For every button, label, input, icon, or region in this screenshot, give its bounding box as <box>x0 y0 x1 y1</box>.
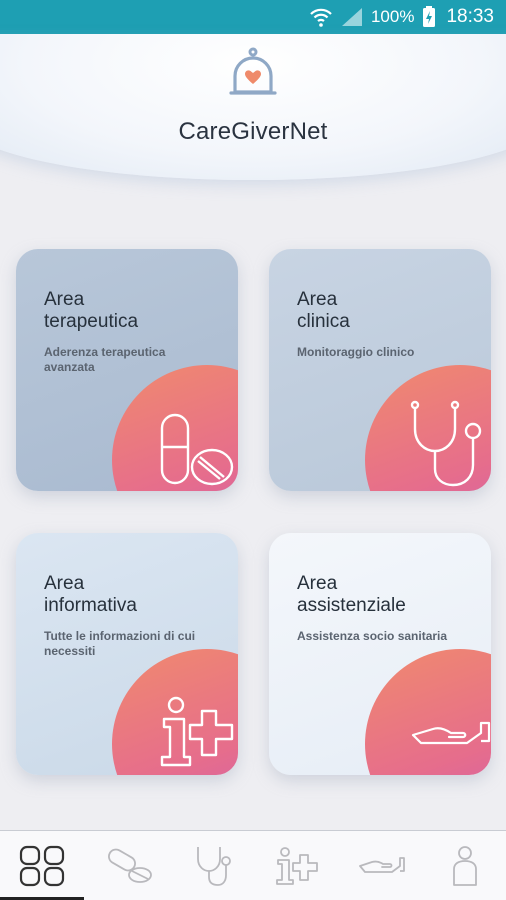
card-area-assistenziale[interactable]: Area assistenziale Assistenza socio sani… <box>269 533 491 775</box>
card-area-clinica[interactable]: Area clinica Monitoraggio clinico <box>269 249 491 491</box>
home-grid-icon[interactable] <box>17 843 67 889</box>
signal-icon <box>341 7 363 27</box>
bell-heart-icon <box>227 46 279 102</box>
open-hand-icon <box>411 721 491 745</box>
card-title: Area assistenziale <box>297 573 406 616</box>
wifi-icon <box>309 6 333 28</box>
card-title: Area terapeutica <box>44 289 139 332</box>
open-hand-icon[interactable] <box>357 843 407 889</box>
info-cross-icon <box>160 696 234 767</box>
battery-charging-icon <box>422 6 436 28</box>
info-cross-icon[interactable] <box>272 843 322 889</box>
card-area-terapeutica[interactable]: Area terapeutica Aderenza terapeutica av… <box>16 249 238 491</box>
status-bar: 100% 18:33 <box>0 0 506 34</box>
clock-time: 18:33 <box>446 6 494 27</box>
pills-icon <box>160 413 234 486</box>
card-title: Area informativa <box>44 573 137 616</box>
battery-percent: 100% <box>370 7 415 26</box>
card-area-informativa[interactable]: Area informativa Tutte le informazioni d… <box>16 533 238 775</box>
card-subtitle: Monitoraggio clinico <box>297 345 415 359</box>
card-title: Area clinica <box>297 289 350 332</box>
app-screen: 100% 18:33 CareGiverNet Area terapeutica… <box>0 0 506 900</box>
card-subtitle: Assistenza socio sanitaria <box>297 629 448 643</box>
app-title: CareGiverNet <box>178 118 328 145</box>
stethoscope-icon <box>410 400 482 487</box>
stethoscope-icon[interactable] <box>187 843 237 889</box>
profile-icon[interactable] <box>440 843 490 889</box>
bottom-navigation <box>0 830 506 900</box>
card-accent-circle <box>365 649 491 775</box>
pills-icon[interactable] <box>104 843 154 889</box>
